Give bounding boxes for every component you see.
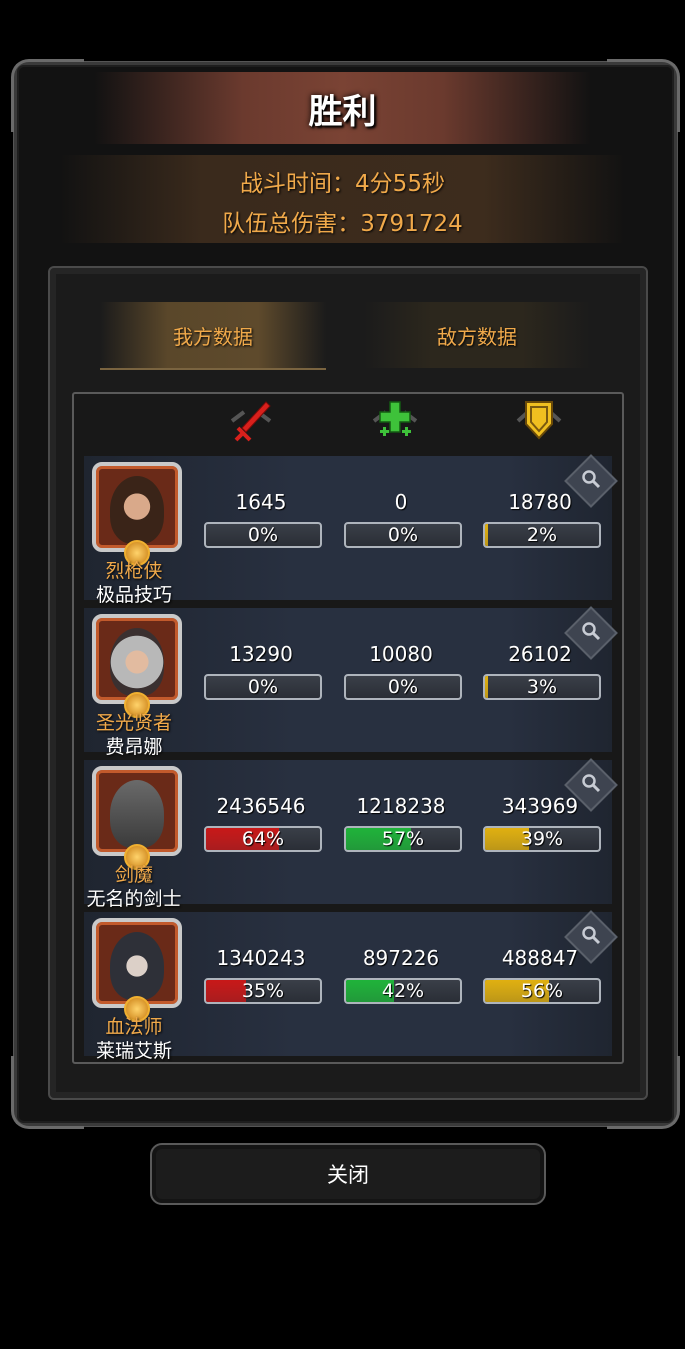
heal-share-percent: 0%: [387, 676, 419, 698]
tank-share-percent: 2%: [526, 524, 558, 546]
magnifier-icon: [581, 773, 601, 797]
heal-share-percent: 0%: [387, 524, 419, 546]
tank-share-bar: 2%: [483, 522, 601, 548]
tank-share-bar: 39%: [483, 826, 601, 852]
hero-avatar[interactable]: [92, 766, 182, 856]
hero-row: 剑魔 无名的剑士 2436546 64% 1218238 57% 343969 39%: [84, 758, 618, 910]
close-button-label: 关闭: [327, 1163, 369, 1187]
heal-value: 1218238: [356, 794, 446, 818]
hero-name: 极品技巧: [95, 584, 172, 606]
damage-share-percent: 0%: [247, 676, 279, 698]
damage-share-bar: 0%: [204, 522, 322, 548]
damage-value: 13290: [229, 642, 293, 666]
tank-share-percent: 56%: [520, 980, 564, 1002]
yellow-shield-icon: [514, 398, 564, 444]
heal-share-percent: 42%: [381, 980, 425, 1002]
tank-share-percent: 3%: [526, 676, 558, 698]
heal-share-percent: 57%: [381, 828, 425, 850]
damage-share-percent: 64%: [241, 828, 285, 850]
hero-avatar[interactable]: [92, 462, 182, 552]
damage-share-percent: 0%: [247, 524, 279, 546]
battle-time: 战斗时间：4分55秒: [240, 171, 445, 197]
hero-name: 无名的剑士: [86, 888, 182, 910]
hero-portrait: [110, 628, 164, 696]
tank-share-bar: 56%: [483, 978, 601, 1004]
damage-share-bar: 35%: [204, 978, 322, 1004]
hero-row: 圣光贤者 费昂娜 13290 0% 10080 0% 26102 3%: [84, 606, 618, 758]
hero-role: 圣光贤者: [95, 712, 172, 734]
heal-value: 897226: [362, 946, 440, 970]
magnifier-icon: [581, 469, 601, 493]
tab-label: 敌方数据: [437, 324, 517, 349]
tab-my-team[interactable]: 我方数据: [100, 302, 326, 370]
hero-portrait: [110, 932, 164, 1000]
hero-row: 烈枪侠 极品技巧 1645 0% 0 0% 18780 2%: [84, 454, 618, 606]
heal-share-bar: 0%: [344, 522, 462, 548]
tab-enemy-team[interactable]: 敌方数据: [364, 302, 590, 368]
green-heal-cross-icon: [370, 398, 420, 444]
tank-share-percent: 39%: [520, 828, 564, 850]
heal-value: 0: [394, 490, 408, 514]
magnifier-icon: [581, 925, 601, 949]
damage-value: 1645: [235, 490, 287, 514]
hero-role: 剑魔: [114, 864, 153, 886]
hero-portrait: [110, 476, 164, 544]
hero-role: 烈枪侠: [105, 560, 163, 582]
close-button[interactable]: 关闭: [150, 1143, 546, 1205]
hero-role: 血法师: [105, 1016, 163, 1038]
heal-share-bar: 0%: [344, 674, 462, 700]
damage-share-bar: 64%: [204, 826, 322, 852]
damage-share-bar: 0%: [204, 674, 322, 700]
heal-value: 10080: [369, 642, 433, 666]
red-sword-icon: [226, 398, 276, 444]
damage-value: 1340243: [216, 946, 306, 970]
hero-name: 费昂娜: [105, 736, 163, 758]
hero-avatar[interactable]: [92, 614, 182, 704]
tank-share-bar: 3%: [483, 674, 601, 700]
hero-avatar[interactable]: [92, 918, 182, 1008]
tab-label: 我方数据: [173, 324, 253, 349]
heal-share-bar: 57%: [344, 826, 462, 852]
damage-value: 2436546: [216, 794, 306, 818]
magnifier-icon: [581, 621, 601, 645]
team-total-damage: 队伍总伤害：3791724: [222, 211, 463, 237]
hero-name: 莱瑞艾斯: [95, 1040, 172, 1062]
page-title: 胜利: [308, 92, 377, 132]
hero-portrait: [110, 780, 164, 848]
heal-share-bar: 42%: [344, 978, 462, 1004]
damage-share-percent: 35%: [241, 980, 285, 1002]
hero-row: 血法师 莱瑞艾斯 1340243 35% 897226 42% 488847 56%: [84, 910, 618, 1062]
